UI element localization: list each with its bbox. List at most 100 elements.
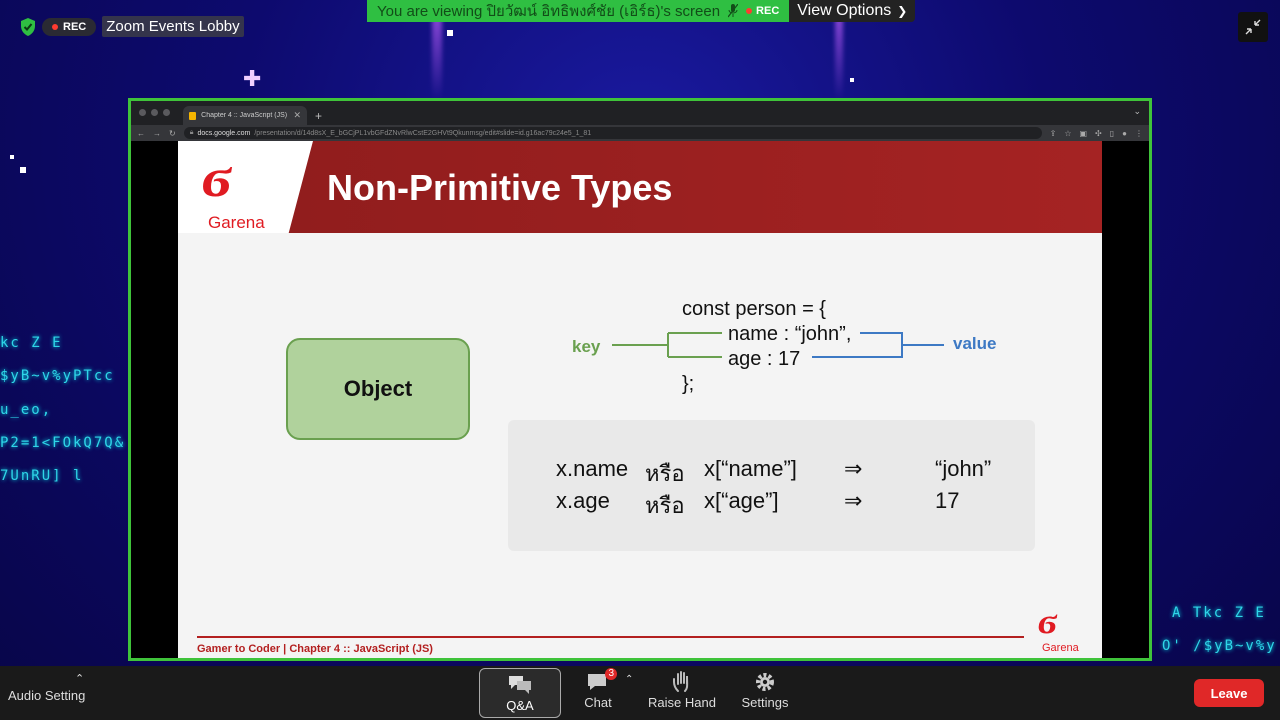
meeting-status: REC Zoom Events Lobby (20, 16, 244, 37)
example-result: “john” (935, 456, 992, 481)
value-bracket (812, 332, 944, 358)
browser-tab[interactable]: Chapter 4 :: JavaScript (JS) - G ✕ (183, 106, 307, 125)
lock-icon: 🔒︎ (189, 129, 194, 136)
tab-search-icon[interactable]: ⌄ (1133, 106, 1141, 117)
url-domain: docs.google.com (197, 129, 251, 137)
audio-setting-button[interactable]: Audio Setting (8, 688, 85, 703)
garena-logo: ϭ Garena (178, 141, 313, 233)
menu-icon[interactable]: ⋮ (1135, 129, 1143, 138)
background-pixel (850, 78, 854, 82)
qa-button[interactable]: Q&A (479, 668, 561, 718)
collapse-icon (1245, 19, 1261, 35)
example-expr: x.age (556, 488, 610, 513)
background-pixel (447, 30, 453, 36)
matrix-text: P2=1<FOkQ7Q& (0, 435, 126, 451)
gear-icon (756, 672, 774, 691)
new-tab-icon[interactable]: + (315, 109, 322, 123)
object-box: Object (286, 338, 470, 440)
lobby-label: Zoom Events Lobby (102, 16, 244, 37)
footer-divider (197, 636, 1024, 638)
matrix-text: O' /$yB~v%y (1162, 638, 1277, 654)
presentation-viewport: ϭ Garena Non-Primitive Types Object cons… (131, 141, 1149, 658)
puzzle-icon[interactable]: ✣ (1095, 129, 1102, 138)
matrix-text: $yB~v%yPTcc (0, 368, 115, 384)
chevron-up-icon[interactable]: ⌃ (625, 674, 633, 685)
profile-icon[interactable]: ● (1122, 129, 1127, 138)
slide: ϭ Garena Non-Primitive Types Object cons… (178, 141, 1102, 658)
key-label: key (572, 337, 601, 356)
chat-icon-wrap: 3 (585, 667, 617, 693)
example-or: หรือ (645, 461, 685, 486)
view-options-button[interactable]: View Options ❯ (789, 0, 916, 22)
raise-hand-button[interactable]: Raise Hand (648, 666, 716, 714)
back-icon[interactable]: ← (137, 129, 145, 138)
background-pixel (20, 167, 26, 173)
record-dot-icon (52, 23, 58, 30)
tab-title: Chapter 4 :: JavaScript (JS) - G (201, 112, 288, 119)
settings-label: Settings (741, 694, 789, 710)
matrix-text: A Tkc Z E (1172, 605, 1266, 621)
matrix-text: kc Z E (0, 335, 63, 351)
settings-button[interactable]: Settings (738, 666, 792, 714)
qa-label: Q&A (506, 697, 534, 713)
code-line: }; (682, 373, 695, 395)
viewing-notice: You are viewing ปิยวัฒน์ อิทธิพงศ์ชัย (เ… (367, 0, 790, 22)
hand-icon (673, 670, 689, 692)
recording-indicator: REC (42, 17, 97, 36)
banner-recording-indicator: REC (746, 5, 779, 17)
address-bar[interactable]: 🔒︎ docs.google.com/presentation/d/14d8sX… (183, 127, 1042, 139)
view-options-label: View Options (797, 2, 892, 19)
banner-rec-label: REC (756, 5, 780, 17)
logo-text: Garena (208, 213, 265, 232)
garena-logo-icon: ϭ (202, 144, 232, 210)
browser-tab-strip: Chapter 4 :: JavaScript (JS) - G ✕ + ⌄ (131, 101, 1149, 125)
url-path: /presentation/d/14d8sX_E_bGCjPL1vbGFdZNv… (254, 129, 592, 137)
example-arrow: ⇒ (844, 456, 863, 481)
example-alt: x[“name”] (704, 456, 797, 481)
matrix-text: 7UnRU] l (0, 468, 84, 484)
slide-header: ϭ Garena Non-Primitive Types (178, 141, 1102, 233)
key-bracket (612, 332, 722, 358)
extension-icon[interactable]: ▣ (1079, 129, 1087, 138)
shield-check-icon (21, 17, 35, 36)
chat-label: Chat (584, 694, 612, 710)
background-pixel (10, 155, 14, 159)
window-controls (139, 109, 170, 116)
code-line: const person = { (682, 298, 826, 320)
chat-badge: 3 (605, 667, 617, 680)
matrix-text: u_eo, (0, 402, 53, 418)
sparkle-icon: ✚ (243, 66, 262, 91)
browser-toolbar: ← → ↻ 🔒︎ docs.google.com/presentation/d/… (131, 125, 1149, 141)
code-line: age : 17 (728, 348, 801, 370)
chat-button[interactable]: 3 Chat (572, 666, 624, 714)
example-box: x.name หรือ x[“name”] ⇒ “john” x.age หรื… (508, 420, 1035, 551)
screen-share-banner: You are viewing ปิยวัฒน์ อิทธิพงศ์ชัย (เ… (367, 0, 916, 22)
example-arrow: ⇒ (844, 488, 863, 513)
forward-icon[interactable]: → (153, 129, 161, 138)
star-icon[interactable]: ☆ (1064, 129, 1071, 138)
slides-icon (189, 111, 197, 120)
value-label: value (953, 334, 997, 353)
record-dot-icon (746, 8, 753, 14)
close-tab-icon[interactable]: ✕ (293, 110, 301, 121)
slide-title: Non-Primitive Types (327, 167, 673, 208)
reload-icon[interactable]: ↻ (169, 129, 176, 138)
small-logo-text: Garena (1042, 642, 1079, 654)
example-result: 17 (935, 488, 960, 513)
browser-extension-icons: ⇪ ☆ ▣ ✣ ▯ ● ⋮ (1050, 129, 1143, 138)
chevron-down-icon: ❯ (897, 4, 908, 18)
viewing-text: You are viewing ปิยวัฒน์ อิทธิพงศ์ชัย (เ… (377, 3, 721, 20)
sidebar-icon[interactable]: ▯ (1110, 129, 1114, 138)
raise-hand-label: Raise Hand (648, 694, 716, 710)
shared-screen[interactable]: Chapter 4 :: JavaScript (JS) - G ✕ + ⌄ ←… (128, 98, 1152, 661)
mic-muted-icon (728, 4, 739, 18)
slide-footer: Gamer to Coder | Chapter 4 :: JavaScript… (197, 643, 433, 655)
share-icon[interactable]: ⇪ (1050, 129, 1057, 138)
leave-button[interactable]: Leave (1194, 679, 1264, 707)
chevron-up-icon[interactable]: ⌃ (75, 672, 84, 685)
example-or: หรือ (645, 493, 685, 518)
qa-icon (509, 675, 531, 694)
exit-fullscreen-button[interactable] (1238, 12, 1268, 42)
garena-small-logo-icon: ϭ (1038, 600, 1058, 642)
recording-label: REC (63, 20, 87, 33)
